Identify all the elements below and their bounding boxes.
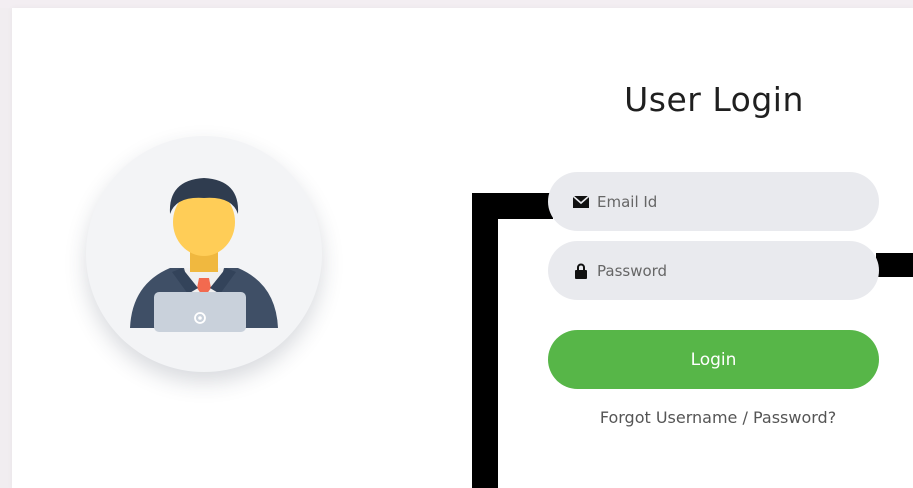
avatar <box>86 136 322 372</box>
left-strip <box>0 8 12 488</box>
envelope-icon <box>572 193 590 211</box>
decorative-bar-right <box>876 253 913 277</box>
forgot-password-link[interactable]: Forgot Username / Password? <box>548 408 888 427</box>
email-field[interactable] <box>548 172 879 231</box>
lock-icon <box>572 262 590 280</box>
password-input[interactable] <box>597 261 857 280</box>
page-title: User Login <box>624 80 804 119</box>
decorative-bar-vertical <box>472 193 498 488</box>
login-button[interactable]: Login <box>548 330 879 389</box>
top-strip <box>0 0 913 8</box>
password-field[interactable] <box>548 241 879 300</box>
email-input[interactable] <box>597 192 857 211</box>
user-avatar-icon <box>130 178 278 332</box>
decorative-bar-horizontal <box>472 193 553 219</box>
